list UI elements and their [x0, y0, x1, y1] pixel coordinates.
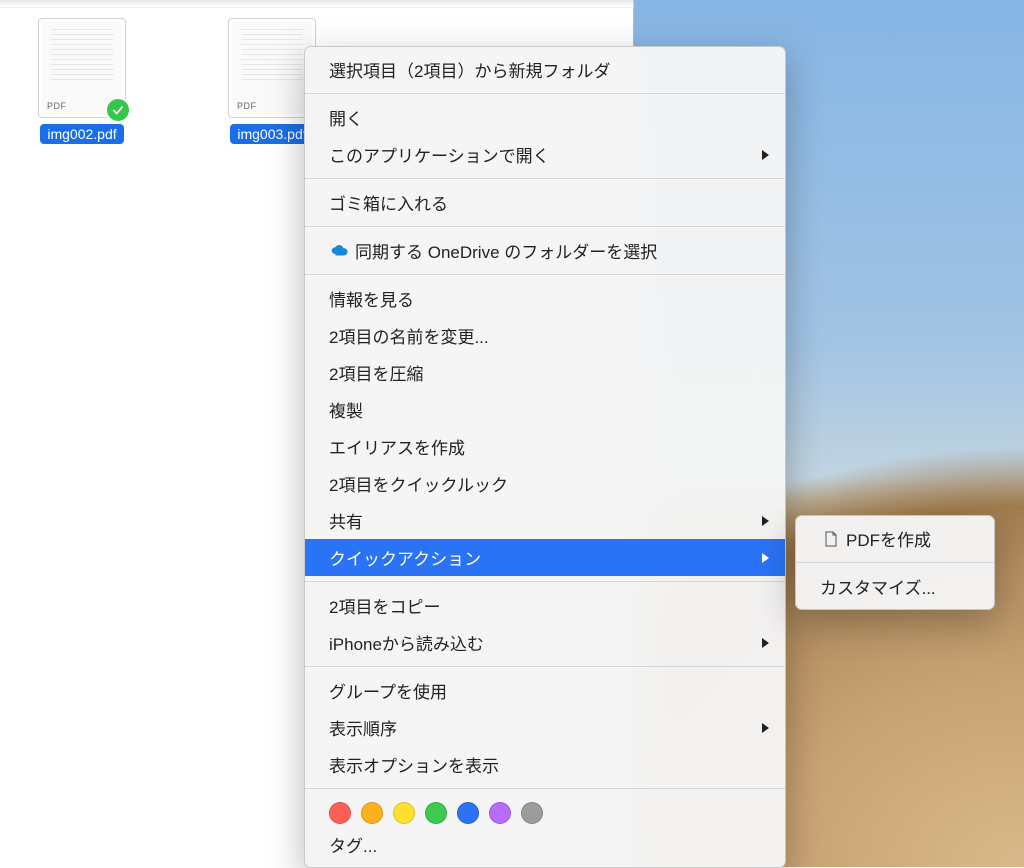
menu-separator — [305, 788, 785, 789]
file-type-badge: PDF — [47, 101, 67, 111]
submenu-customize[interactable]: カスタマイズ... — [796, 568, 994, 605]
menu-separator — [305, 226, 785, 227]
onedrive-cloud-icon — [329, 245, 351, 257]
tag-color-row — [305, 794, 785, 826]
menu-share[interactable]: 共有 — [305, 502, 785, 539]
finder-toolbar-edge — [0, 0, 634, 8]
submenu-create-pdf[interactable]: PDFを作成 — [796, 520, 994, 557]
menu-tags[interactable]: タグ... — [305, 826, 785, 863]
sync-check-icon — [105, 97, 131, 123]
menu-separator — [305, 93, 785, 94]
menu-show-view-options[interactable]: 表示オプションを表示 — [305, 746, 785, 783]
menu-duplicate[interactable]: 複製 — [305, 391, 785, 428]
tag-color-blue[interactable] — [457, 802, 479, 824]
tag-color-purple[interactable] — [489, 802, 511, 824]
context-menu: 選択項目（2項目）から新規フォルダ 開く このアプリケーションで開く ゴミ箱に入… — [304, 46, 786, 868]
menu-separator — [796, 562, 994, 563]
pdf-document-icon — [820, 531, 842, 547]
submenu-arrow-icon — [762, 150, 769, 160]
menu-use-groups[interactable]: グループを使用 — [305, 672, 785, 709]
menu-make-alias[interactable]: エイリアスを作成 — [305, 428, 785, 465]
menu-separator — [305, 581, 785, 582]
menu-get-info[interactable]: 情報を見る — [305, 280, 785, 317]
file-name-label: img003.pdf — [230, 124, 313, 144]
submenu-arrow-icon — [762, 723, 769, 733]
menu-move-to-trash[interactable]: ゴミ箱に入れる — [305, 184, 785, 221]
submenu-arrow-icon — [762, 553, 769, 563]
menu-import-from-iphone[interactable]: iPhoneから読み込む — [305, 624, 785, 661]
tag-color-yellow[interactable] — [393, 802, 415, 824]
submenu-arrow-icon — [762, 516, 769, 526]
menu-sort-by[interactable]: 表示順序 — [305, 709, 785, 746]
file-item[interactable]: PDF img002.pdf — [34, 18, 130, 144]
tag-color-gray[interactable] — [521, 802, 543, 824]
submenu-arrow-icon — [762, 638, 769, 648]
menu-quick-actions[interactable]: クイックアクション — [305, 539, 785, 576]
menu-onedrive-sync[interactable]: 同期する OneDrive のフォルダーを選択 — [305, 232, 785, 269]
menu-open[interactable]: 開く — [305, 99, 785, 136]
menu-new-folder-from-selection[interactable]: 選択項目（2項目）から新規フォルダ — [305, 51, 785, 88]
file-type-badge: PDF — [237, 101, 257, 111]
pdf-thumbnail: PDF — [228, 18, 316, 118]
file-name-label: img002.pdf — [40, 124, 123, 144]
menu-rename[interactable]: 2項目の名前を変更... — [305, 317, 785, 354]
menu-separator — [305, 274, 785, 275]
menu-quick-look[interactable]: 2項目をクイックルック — [305, 465, 785, 502]
menu-open-with[interactable]: このアプリケーションで開く — [305, 136, 785, 173]
pdf-thumbnail: PDF — [38, 18, 126, 118]
tag-color-orange[interactable] — [361, 802, 383, 824]
menu-copy[interactable]: 2項目をコピー — [305, 587, 785, 624]
tag-color-green[interactable] — [425, 802, 447, 824]
menu-compress[interactable]: 2項目を圧縮 — [305, 354, 785, 391]
menu-separator — [305, 666, 785, 667]
menu-separator — [305, 178, 785, 179]
quick-actions-submenu: PDFを作成 カスタマイズ... — [795, 515, 995, 610]
tag-color-red[interactable] — [329, 802, 351, 824]
